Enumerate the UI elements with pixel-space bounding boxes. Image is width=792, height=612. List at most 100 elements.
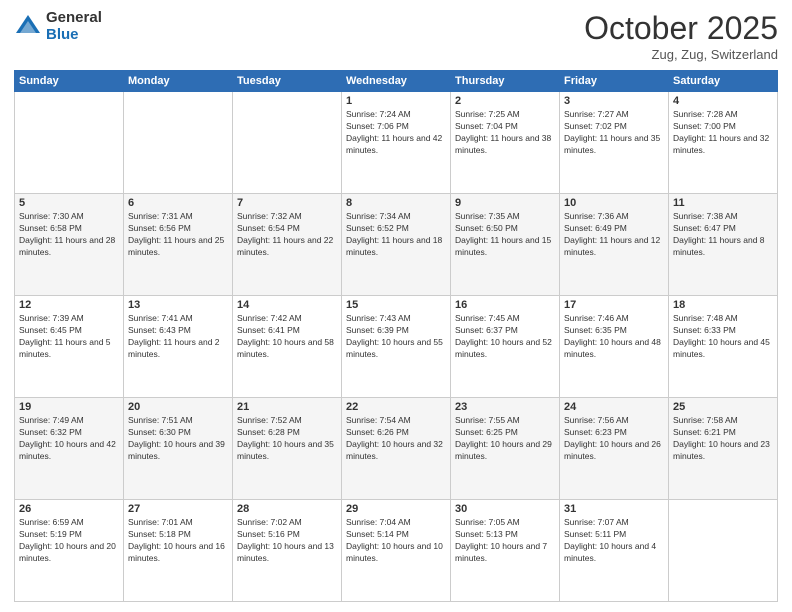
day-number: 27 [128, 503, 228, 515]
calendar-cell: 1 Sunrise: 7:24 AM Sunset: 7:06 PM Daylig… [342, 92, 451, 194]
calendar-cell: 8 Sunrise: 7:34 AM Sunset: 6:52 PM Daylig… [342, 194, 451, 296]
day-info: Sunrise: 7:55 AM Sunset: 6:25 PM Dayligh… [455, 415, 555, 463]
calendar-cell: 18 Sunrise: 7:48 AM Sunset: 6:33 PM Dayli… [669, 296, 778, 398]
day-info: Sunrise: 7:58 AM Sunset: 6:21 PM Dayligh… [673, 415, 773, 463]
day-info: Sunrise: 7:04 AM Sunset: 5:14 PM Dayligh… [346, 517, 446, 565]
day-number: 15 [346, 299, 446, 311]
location: Zug, Zug, Switzerland [584, 47, 778, 62]
weekday-header-saturday: Saturday [669, 71, 778, 92]
day-number: 17 [564, 299, 664, 311]
day-number: 22 [346, 401, 446, 413]
day-info: Sunrise: 7:52 AM Sunset: 6:28 PM Dayligh… [237, 415, 337, 463]
day-info: Sunrise: 7:07 AM Sunset: 5:11 PM Dayligh… [564, 517, 664, 565]
calendar-cell: 10Sunrise: 7:36 AM Sunset: 6:49 PM Dayli… [560, 194, 669, 296]
day-number: 5 [19, 197, 119, 209]
calendar-cell: 13Sunrise: 7:41 AM Sunset: 6:43 PM Dayli… [124, 296, 233, 398]
calendar-cell: 3 Sunrise: 7:27 AM Sunset: 7:02 PM Daylig… [560, 92, 669, 194]
calendar-cell: 9Sunrise: 7:35 AM Sunset: 6:50 PM Daylig… [451, 194, 560, 296]
calendar-cell: 7Sunrise: 7:32 AM Sunset: 6:54 PM Daylig… [233, 194, 342, 296]
day-number: 2 [455, 95, 555, 107]
calendar-week-row: 1 Sunrise: 7:24 AM Sunset: 7:06 PM Daylig… [15, 92, 778, 194]
day-number: 21 [237, 401, 337, 413]
calendar-cell: 29 Sunrise: 7:04 AM Sunset: 5:14 PM Dayli… [342, 500, 451, 602]
day-number: 11 [673, 197, 773, 209]
calendar-cell: 28 Sunrise: 7:02 AM Sunset: 5:16 PM Dayli… [233, 500, 342, 602]
title-block: October 2025 Zug, Zug, Switzerland [584, 10, 778, 62]
calendar-cell: 5Sunrise: 7:30 AM Sunset: 6:58 PM Daylig… [15, 194, 124, 296]
calendar-header-row: SundayMondayTuesdayWednesdayThursdayFrid… [15, 71, 778, 92]
logo-text: General Blue [46, 10, 102, 43]
day-info: Sunrise: 7:39 AM Sunset: 6:45 PM Dayligh… [19, 313, 119, 361]
calendar-cell: 19 Sunrise: 7:49 AM Sunset: 6:32 PM Dayli… [15, 398, 124, 500]
calendar-cell [233, 92, 342, 194]
logo-icon [14, 13, 42, 41]
day-number: 26 [19, 503, 119, 515]
logo-blue-text: Blue [46, 27, 102, 44]
calendar-cell: 23 Sunrise: 7:55 AM Sunset: 6:25 PM Dayli… [451, 398, 560, 500]
day-info: Sunrise: 7:31 AM Sunset: 6:56 PM Dayligh… [128, 211, 228, 259]
weekday-header-tuesday: Tuesday [233, 71, 342, 92]
day-number: 4 [673, 95, 773, 107]
weekday-header-monday: Monday [124, 71, 233, 92]
day-info: Sunrise: 7:05 AM Sunset: 5:13 PM Dayligh… [455, 517, 555, 565]
day-number: 14 [237, 299, 337, 311]
calendar-cell: 30Sunrise: 7:05 AM Sunset: 5:13 PM Dayli… [451, 500, 560, 602]
day-info: Sunrise: 7:28 AM Sunset: 7:00 PM Dayligh… [673, 109, 773, 157]
calendar-cell: 14 Sunrise: 7:42 AM Sunset: 6:41 PM Dayli… [233, 296, 342, 398]
logo-general-text: General [46, 10, 102, 27]
day-number: 8 [346, 197, 446, 209]
page: General Blue October 2025 Zug, Zug, Swit… [0, 0, 792, 612]
day-info: Sunrise: 7:45 AM Sunset: 6:37 PM Dayligh… [455, 313, 555, 361]
calendar-cell: 24 Sunrise: 7:56 AM Sunset: 6:23 PM Dayli… [560, 398, 669, 500]
day-info: Sunrise: 7:02 AM Sunset: 5:16 PM Dayligh… [237, 517, 337, 565]
month-title: October 2025 [584, 10, 778, 47]
calendar-cell: 6 Sunrise: 7:31 AM Sunset: 6:56 PM Daylig… [124, 194, 233, 296]
calendar-table: SundayMondayTuesdayWednesdayThursdayFrid… [14, 70, 778, 602]
day-number: 12 [19, 299, 119, 311]
calendar-week-row: 12 Sunrise: 7:39 AM Sunset: 6:45 PM Dayli… [15, 296, 778, 398]
logo: General Blue [14, 10, 102, 43]
calendar-cell: 22Sunrise: 7:54 AM Sunset: 6:26 PM Dayli… [342, 398, 451, 500]
calendar-cell: 26 Sunrise: 6:59 AM Sunset: 5:19 PM Dayli… [15, 500, 124, 602]
day-number: 3 [564, 95, 664, 107]
weekday-header-thursday: Thursday [451, 71, 560, 92]
day-number: 7 [237, 197, 337, 209]
weekday-header-sunday: Sunday [15, 71, 124, 92]
day-info: Sunrise: 7:48 AM Sunset: 6:33 PM Dayligh… [673, 313, 773, 361]
calendar-cell [669, 500, 778, 602]
day-info: Sunrise: 7:43 AM Sunset: 6:39 PM Dayligh… [346, 313, 446, 361]
calendar-cell: 16Sunrise: 7:45 AM Sunset: 6:37 PM Dayli… [451, 296, 560, 398]
day-number: 23 [455, 401, 555, 413]
day-number: 1 [346, 95, 446, 107]
calendar-cell: 21 Sunrise: 7:52 AM Sunset: 6:28 PM Dayli… [233, 398, 342, 500]
day-number: 25 [673, 401, 773, 413]
day-info: Sunrise: 7:38 AM Sunset: 6:47 PM Dayligh… [673, 211, 773, 259]
calendar-cell: 12 Sunrise: 7:39 AM Sunset: 6:45 PM Dayli… [15, 296, 124, 398]
calendar-cell: 27 Sunrise: 7:01 AM Sunset: 5:18 PM Dayli… [124, 500, 233, 602]
calendar-cell [15, 92, 124, 194]
day-number: 18 [673, 299, 773, 311]
day-info: Sunrise: 7:46 AM Sunset: 6:35 PM Dayligh… [564, 313, 664, 361]
calendar-cell: 17 Sunrise: 7:46 AM Sunset: 6:35 PM Dayli… [560, 296, 669, 398]
weekday-header-friday: Friday [560, 71, 669, 92]
calendar-cell: 15 Sunrise: 7:43 AM Sunset: 6:39 PM Dayli… [342, 296, 451, 398]
day-number: 29 [346, 503, 446, 515]
day-number: 6 [128, 197, 228, 209]
day-info: Sunrise: 6:59 AM Sunset: 5:19 PM Dayligh… [19, 517, 119, 565]
day-info: Sunrise: 7:51 AM Sunset: 6:30 PM Dayligh… [128, 415, 228, 463]
day-number: 10 [564, 197, 664, 209]
day-info: Sunrise: 7:42 AM Sunset: 6:41 PM Dayligh… [237, 313, 337, 361]
day-number: 19 [19, 401, 119, 413]
weekday-header-wednesday: Wednesday [342, 71, 451, 92]
day-info: Sunrise: 7:56 AM Sunset: 6:23 PM Dayligh… [564, 415, 664, 463]
day-info: Sunrise: 7:34 AM Sunset: 6:52 PM Dayligh… [346, 211, 446, 259]
day-info: Sunrise: 7:27 AM Sunset: 7:02 PM Dayligh… [564, 109, 664, 157]
calendar-cell: 11 Sunrise: 7:38 AM Sunset: 6:47 PM Dayli… [669, 194, 778, 296]
day-info: Sunrise: 7:01 AM Sunset: 5:18 PM Dayligh… [128, 517, 228, 565]
day-info: Sunrise: 7:49 AM Sunset: 6:32 PM Dayligh… [19, 415, 119, 463]
header: General Blue October 2025 Zug, Zug, Swit… [14, 10, 778, 62]
day-number: 28 [237, 503, 337, 515]
calendar-cell: 2Sunrise: 7:25 AM Sunset: 7:04 PM Daylig… [451, 92, 560, 194]
day-info: Sunrise: 7:24 AM Sunset: 7:06 PM Dayligh… [346, 109, 446, 157]
day-number: 24 [564, 401, 664, 413]
